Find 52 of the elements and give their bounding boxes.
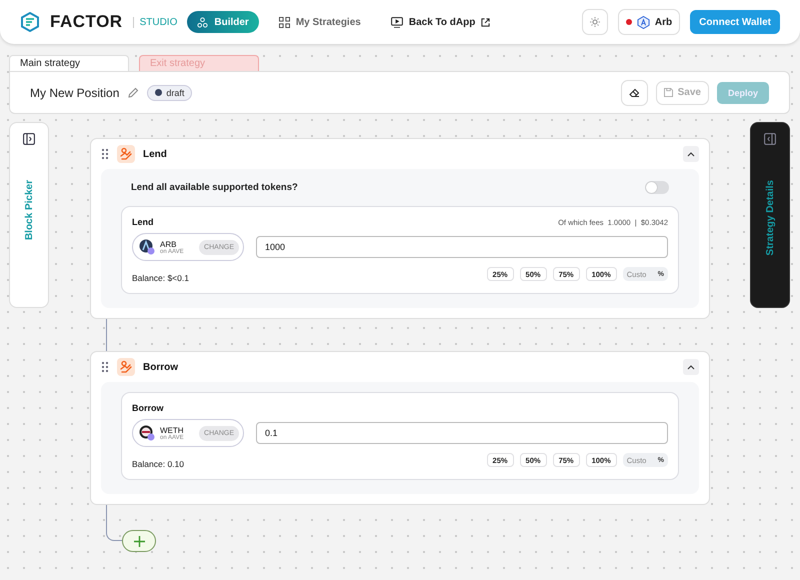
connector-line xyxy=(106,319,107,351)
token-name: WETH xyxy=(160,426,185,434)
token-icon xyxy=(139,239,155,255)
chevron-up-icon xyxy=(687,151,695,157)
position-name: My New Position xyxy=(30,86,120,100)
nav-tab[interactable]: Builder xyxy=(187,11,259,33)
strategy-tab[interactable]: Main strategy xyxy=(9,55,129,71)
field-label: Lend xyxy=(132,217,154,227)
toggle-switch[interactable] xyxy=(645,181,669,194)
strategy-details-panel[interactable]: Strategy Details xyxy=(750,122,790,308)
drag-handle-icon[interactable] xyxy=(101,361,109,373)
balance-text: Balance: 0.10 xyxy=(132,458,184,469)
network-icon xyxy=(636,16,650,28)
grid-icon xyxy=(278,16,290,28)
logo-subtitle: STUDIO xyxy=(132,16,178,28)
sidebar-toggle-icon xyxy=(23,133,35,145)
panel-title: Block Picker xyxy=(24,180,34,240)
block-title: Borrow xyxy=(143,362,178,372)
status-badge: draft xyxy=(147,84,192,100)
collapse-button[interactable] xyxy=(683,359,699,375)
field-label: Borrow xyxy=(132,403,164,413)
add-block-button[interactable] xyxy=(122,530,156,552)
external-link-icon xyxy=(481,18,490,26)
balance-text: Balance: $<0.1 xyxy=(132,272,189,283)
logo-text: FACTOR xyxy=(50,12,123,32)
theme-button[interactable] xyxy=(582,9,608,35)
panel-title: Strategy Details xyxy=(764,180,776,256)
eraser-button[interactable] xyxy=(620,80,648,106)
amount-field[interactable]: 0.1 xyxy=(256,422,668,444)
plus-icon xyxy=(134,536,144,546)
token-icon xyxy=(139,425,155,441)
block-title: Lend xyxy=(143,148,167,160)
nav-tab[interactable]: My Strategies xyxy=(268,11,371,33)
chevron-up-icon xyxy=(687,364,695,370)
token-name: ARB xyxy=(160,240,178,248)
collapse-button[interactable] xyxy=(683,146,699,162)
logo-icon xyxy=(20,12,40,32)
sidebar-toggle-icon xyxy=(764,133,776,145)
sun-icon xyxy=(590,17,600,27)
nav-tab[interactable]: Back To dApp xyxy=(380,11,500,33)
hand-coins-icon xyxy=(117,358,135,376)
drag-handle-icon[interactable] xyxy=(101,148,109,160)
hand-coins-icon xyxy=(117,145,135,163)
monitor-icon xyxy=(390,16,403,28)
pencil-icon[interactable] xyxy=(127,86,140,98)
eraser-icon xyxy=(628,88,640,98)
amount-field[interactable]: 1000 xyxy=(256,236,668,258)
shapes-icon xyxy=(197,16,208,28)
network-button[interactable]: Arb xyxy=(618,9,680,35)
toggle-label: Lend all available supported tokens? xyxy=(131,182,298,193)
status-dot-icon xyxy=(626,19,632,25)
connector-line xyxy=(106,505,122,541)
